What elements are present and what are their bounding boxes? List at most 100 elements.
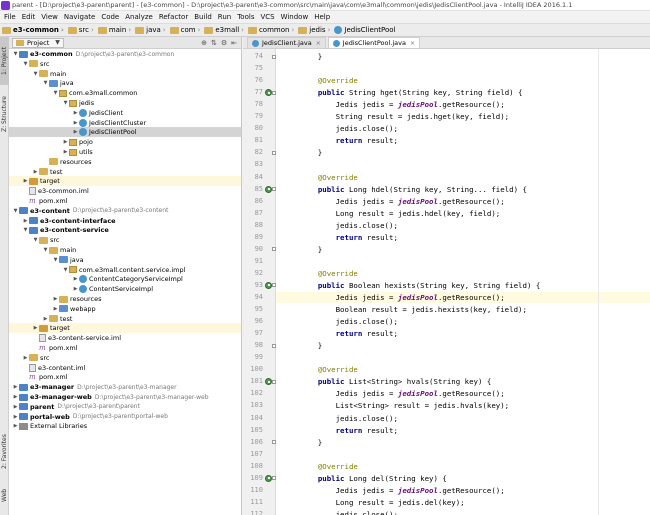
- tree-item[interactable]: ▶ test: [9, 314, 241, 324]
- chevron-right-icon[interactable]: ▶: [72, 120, 79, 126]
- gear-icon[interactable]: ⚙: [221, 39, 227, 47]
- favorites-tool-tab[interactable]: 2: Favorites: [0, 429, 9, 475]
- chevron-right-icon[interactable]: ▶: [32, 169, 39, 175]
- chevron-right-icon[interactable]: ▶: [22, 178, 29, 184]
- tree-item[interactable]: ▶ target: [9, 323, 241, 334]
- tree-item[interactable]: ▼ main: [9, 245, 241, 255]
- chevron-right-icon[interactable]: ▶: [72, 276, 79, 282]
- chevron-down-icon[interactable]: ▼: [62, 100, 69, 106]
- code-line[interactable]: }: [276, 340, 650, 351]
- chevron-down-icon[interactable]: ▼: [52, 90, 59, 96]
- code-line[interactable]: }: [276, 51, 650, 62]
- tree-item[interactable]: ▶ webapp: [9, 304, 241, 314]
- tree-item[interactable]: ▶ pojo: [9, 137, 241, 147]
- chevron-down-icon[interactable]: ▼: [42, 80, 49, 86]
- chevron-down-icon[interactable]: ▼: [32, 237, 39, 243]
- code-line[interactable]: }: [276, 244, 650, 255]
- tree-item[interactable]: ▼ main: [9, 69, 241, 79]
- code-line[interactable]: [276, 449, 650, 460]
- chevron-right-icon[interactable]: ▶: [72, 129, 79, 135]
- chevron-right-icon[interactable]: ▶: [12, 423, 19, 429]
- menu-analyze[interactable]: Analyze: [122, 13, 156, 21]
- code-line[interactable]: public Boolean hexists(String key, Strin…: [276, 280, 650, 291]
- tree-item[interactable]: e3-content-service.iml: [9, 333, 241, 343]
- tree-item[interactable]: ▶ utils: [9, 147, 241, 157]
- override-marker-icon[interactable]: [265, 474, 272, 482]
- breadcrumb-main[interactable]: main ›: [97, 26, 134, 34]
- code-line[interactable]: }: [276, 437, 650, 448]
- tree-item[interactable]: ▼ com.e3mall.common: [9, 88, 241, 98]
- code-line[interactable]: return result;: [276, 232, 650, 243]
- code-line[interactable]: Jedis jedis = jedisPool.getResource();: [276, 292, 650, 303]
- editor-tab[interactable]: JedisClient.java ×: [247, 37, 326, 48]
- tree-item[interactable]: ▼ java: [9, 255, 241, 265]
- tree-item[interactable]: ▼ java: [9, 78, 241, 88]
- menu-vcs[interactable]: VCS: [257, 13, 277, 21]
- breadcrumb-jedisclientpool[interactable]: JedisClientPool: [334, 26, 396, 34]
- override-marker-icon[interactable]: [265, 378, 272, 386]
- code-line[interactable]: jedis.close();: [276, 413, 650, 424]
- web-tool-tab[interactable]: Web: [0, 483, 9, 507]
- override-marker-icon[interactable]: [265, 185, 272, 193]
- code-line[interactable]: String result = jedis.hget(key, field);: [276, 111, 650, 122]
- menu-file[interactable]: File: [1, 13, 19, 21]
- code-line[interactable]: @Override: [276, 364, 650, 375]
- code-line[interactable]: [276, 159, 650, 170]
- menu-build[interactable]: Build: [191, 13, 215, 21]
- code-line[interactable]: List<String> result = jedis.hvals(key);: [276, 400, 650, 411]
- tree-item[interactable]: ▶ e3-content-interface: [9, 216, 241, 226]
- chevron-right-icon[interactable]: ▶: [22, 218, 29, 224]
- chevron-right-icon[interactable]: ▶: [62, 139, 69, 145]
- code-line[interactable]: jedis.close();: [276, 220, 650, 231]
- code-line[interactable]: public Long hdel(String key, String... f…: [276, 184, 650, 195]
- tree-item[interactable]: ▶ e3-manager D:\project\e3-parent\e3-manag…: [9, 382, 241, 392]
- tree-item[interactable]: ▶ target: [9, 176, 241, 187]
- chevron-right-icon[interactable]: ▶: [12, 404, 19, 410]
- target-icon[interactable]: ⊕: [201, 39, 207, 47]
- breadcrumb-e3mall[interactable]: e3mall ›: [204, 26, 247, 34]
- code-line[interactable]: [276, 352, 650, 363]
- chevron-right-icon[interactable]: ▶: [12, 384, 19, 390]
- tree-item[interactable]: ▼ src: [9, 235, 241, 245]
- tree-item[interactable]: ▼ src: [9, 59, 241, 69]
- code-line[interactable]: jedis.close();: [276, 123, 650, 134]
- menu-help[interactable]: Help: [311, 13, 333, 21]
- tree-item[interactable]: ▶ ContentCategoryServiceImpl: [9, 274, 241, 284]
- tree-item[interactable]: m pom.xml: [9, 343, 241, 353]
- code-editor[interactable]: } @Override public String hget(String ke…: [276, 49, 650, 515]
- tree-item[interactable]: ▶ parent D:\project\e3-parent\parent: [9, 402, 241, 412]
- structure-tool-tab[interactable]: Z: Structure: [0, 89, 9, 139]
- code-line[interactable]: @Override: [276, 75, 650, 86]
- breadcrumb-common[interactable]: common ›: [247, 26, 297, 34]
- tree-item[interactable]: ▼ jedis: [9, 98, 241, 108]
- menu-run[interactable]: Run: [215, 13, 234, 21]
- code-line[interactable]: jedis.close();: [276, 509, 650, 515]
- breadcrumb-e3-common[interactable]: e3-common ›: [2, 26, 67, 34]
- close-icon[interactable]: ×: [410, 40, 415, 47]
- chevron-right-icon[interactable]: ▶: [52, 306, 59, 312]
- code-line[interactable]: return result;: [276, 135, 650, 146]
- editor-tab[interactable]: JedisClientPool.java ×: [327, 37, 420, 48]
- code-line[interactable]: @Override: [276, 268, 650, 279]
- breadcrumb-jedis[interactable]: jedis ›: [298, 26, 333, 34]
- chevron-right-icon[interactable]: ▶: [32, 325, 39, 331]
- tree-item[interactable]: ▶ resources: [9, 294, 241, 304]
- code-line[interactable]: Long result = jedis.del(key);: [276, 497, 650, 508]
- chevron-right-icon[interactable]: ▶: [12, 414, 19, 420]
- tree-item[interactable]: ▼ e3-content D:\project\e3-parent\e3-conte…: [9, 206, 241, 216]
- tree-item[interactable]: ▶ src: [9, 353, 241, 363]
- chevron-right-icon[interactable]: ▶: [12, 394, 19, 400]
- tree-item[interactable]: ▶ ContentServiceImpl: [9, 284, 241, 294]
- chevron-down-icon[interactable]: ▼: [42, 247, 49, 253]
- code-line[interactable]: Boolean result = jedis.hexists(key, fiel…: [276, 304, 650, 315]
- code-line[interactable]: public Long del(String key) {: [276, 473, 650, 484]
- code-line[interactable]: @Override: [276, 461, 650, 472]
- code-line[interactable]: Jedis jedis = jedisPool.getResource();: [276, 196, 650, 207]
- code-line[interactable]: Jedis jedis = jedisPool.getResource();: [276, 388, 650, 399]
- project-tool-tab[interactable]: 1: Project: [0, 37, 9, 85]
- tree-item[interactable]: e3-common.iml: [9, 186, 241, 196]
- code-line[interactable]: Jedis jedis = jedisPool.getResource();: [276, 485, 650, 496]
- code-line[interactable]: [276, 256, 650, 267]
- code-line[interactable]: }: [276, 147, 650, 158]
- close-icon[interactable]: ×: [316, 40, 321, 47]
